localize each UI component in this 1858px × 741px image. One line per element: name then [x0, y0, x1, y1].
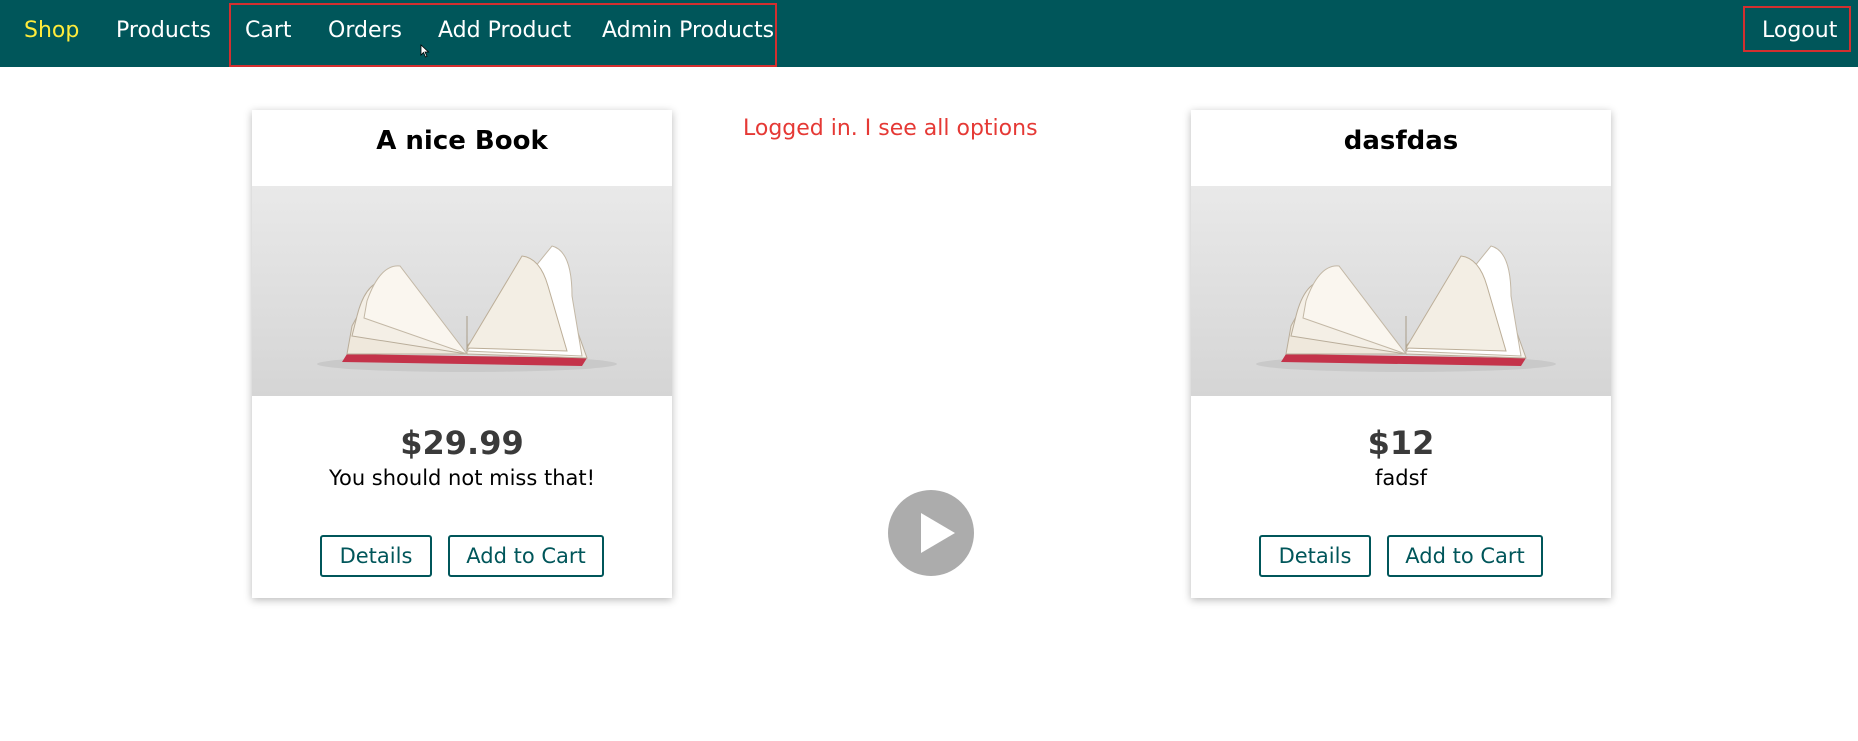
product-card: dasfdas $12 fadsf Details Add to Cart — [1191, 110, 1611, 598]
product-image — [252, 186, 672, 396]
details-button[interactable]: Details — [320, 535, 432, 577]
highlight-box-logout — [1743, 6, 1851, 52]
product-description: You should not miss that! — [328, 466, 596, 490]
product-price: $12 — [1367, 424, 1435, 462]
add-to-cart-button[interactable]: Add to Cart — [448, 535, 604, 577]
product-title: dasfdas — [1343, 126, 1459, 156]
product-title: A nice Book — [376, 126, 548, 156]
nav-products-link[interactable]: Products — [116, 16, 211, 46]
open-book-image — [1191, 186, 1611, 396]
details-button[interactable]: Details — [1259, 535, 1371, 577]
top-navigation: Shop Products Cart Orders Add Product Ad… — [0, 0, 1858, 67]
play-icon[interactable] — [888, 490, 974, 576]
nav-shop-link[interactable]: Shop — [24, 16, 79, 46]
annotation-text: Logged in. I see all options — [743, 116, 1038, 141]
mouse-cursor-icon — [420, 44, 430, 58]
highlight-box-nav-options — [229, 3, 777, 67]
product-image — [1191, 186, 1611, 396]
product-description: fadsf — [1375, 466, 1427, 490]
product-card: A nice Book $29.99 You should not miss t… — [252, 110, 672, 598]
open-book-image — [252, 186, 672, 396]
product-price: $29.99 — [400, 424, 524, 462]
add-to-cart-button[interactable]: Add to Cart — [1387, 535, 1543, 577]
